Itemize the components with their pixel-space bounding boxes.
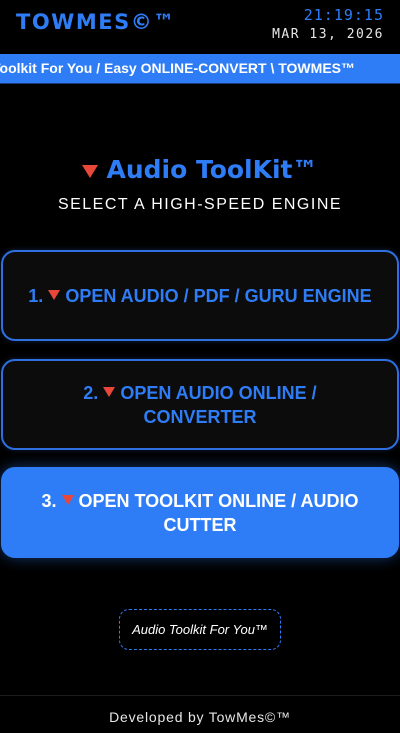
toolkit-badge-text: Audio Toolkit For You™ <box>132 622 268 637</box>
red-triangle-down-icon <box>48 289 61 300</box>
clock: 21:19:15 MAR 13, 2026 <box>272 6 384 42</box>
page-subtitle: SELECT A HIGH-SPEED ENGINE <box>57 196 343 213</box>
red-triangle-down-icon <box>82 165 99 179</box>
footer: Developed by TowMes©™ <box>0 695 400 733</box>
engine-label: OPEN AUDIO / PDF / GURU ENGINE <box>65 285 372 306</box>
page-title-text: Audio ToolKit™ <box>106 155 318 184</box>
open-audio-pdf-guru-engine-button[interactable]: 1. OPEN AUDIO / PDF / GURU ENGINE <box>1 250 399 341</box>
engine-number: 1. <box>28 285 44 306</box>
red-triangle-down-icon <box>61 494 74 505</box>
engine-button-label: 1. OPEN AUDIO / PDF / GURU ENGINE <box>28 284 371 308</box>
footer-credit: Developed by TowMes©™ <box>109 709 291 725</box>
app-header: TOWMES©™ 21:19:15 MAR 13, 2026 <box>0 0 400 54</box>
clock-time: 21:19:15 <box>303 6 384 24</box>
engine-number: 3. <box>41 490 57 511</box>
open-toolkit-online-audio-cutter-button[interactable]: 3. OPEN TOOLKIT ONLINE / AUDIO CUTTER <box>1 467 399 558</box>
engine-button-label: 3. OPEN TOOLKIT ONLINE / AUDIO CUTTER <box>27 489 373 537</box>
engine-number: 2. <box>83 382 99 403</box>
engine-label: OPEN AUDIO ONLINE / CONVERTER <box>120 382 317 427</box>
page-title: Audio ToolKit™ <box>0 155 400 184</box>
engine-label: OPEN TOOLKIT ONLINE / AUDIO CUTTER <box>78 490 359 535</box>
open-audio-online-converter-button[interactable]: 2. OPEN AUDIO ONLINE / CONVERTER <box>1 359 399 450</box>
brand-logo[interactable]: TOWMES©™ <box>16 10 176 34</box>
toolkit-badge[interactable]: Audio Toolkit For You™ <box>119 609 281 650</box>
marquee-text: Toolkit For You / Easy ONLINE-CONVERT \ … <box>0 60 355 76</box>
marquee-banner: Toolkit For You / Easy ONLINE-CONVERT \ … <box>0 54 400 84</box>
clock-date: MAR 13, 2026 <box>272 27 384 42</box>
engine-button-label: 2. OPEN AUDIO ONLINE / CONVERTER <box>27 381 373 429</box>
red-triangle-down-icon <box>103 386 116 397</box>
